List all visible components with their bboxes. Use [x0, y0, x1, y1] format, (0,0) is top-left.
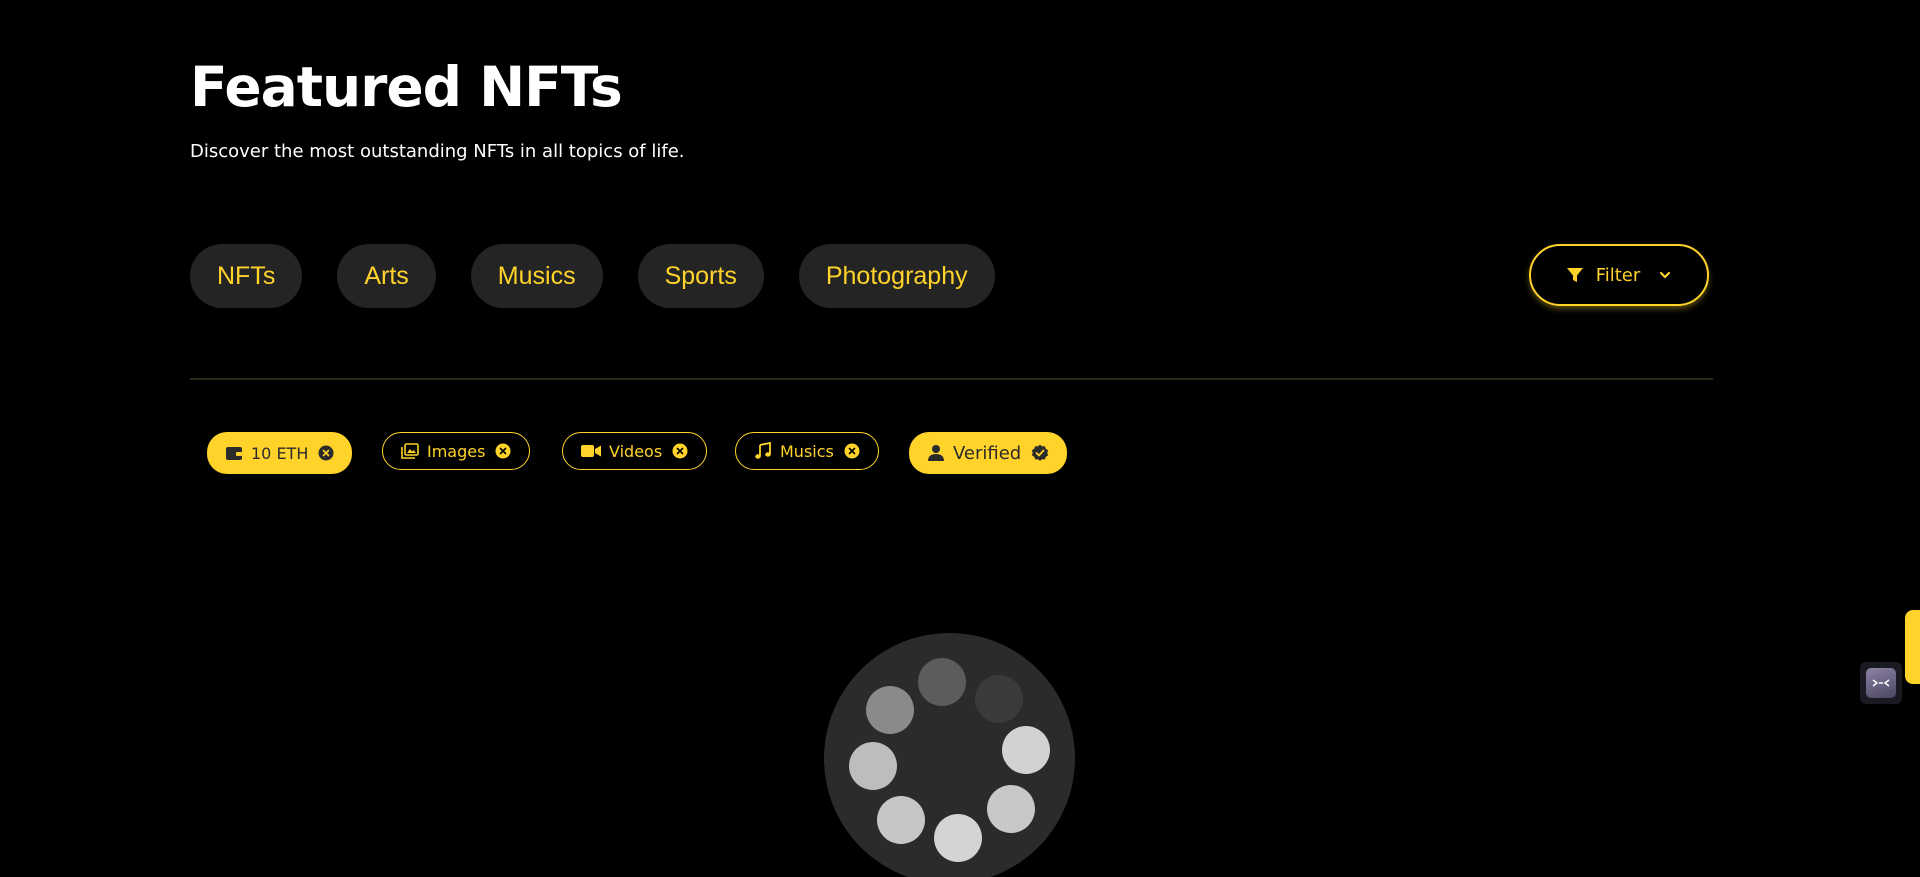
music-note-icon [754, 442, 772, 460]
page-subtitle: Discover the most outstanding NFTs in al… [190, 141, 685, 162]
close-circle-icon[interactable] [495, 443, 511, 459]
user-icon [927, 444, 945, 462]
loading-spinner-icon [824, 633, 1075, 877]
scrollbar-thumb[interactable] [1905, 610, 1920, 684]
filter-icon [1566, 266, 1584, 284]
filter-chip-videos[interactable]: Videos [562, 432, 708, 470]
filter-chip-label: 10 ETH [251, 443, 309, 463]
filter-label: Filter [1595, 264, 1641, 286]
wallet-icon [225, 445, 243, 461]
spinner-dot [849, 742, 897, 790]
filter-chip-label: Musics [780, 441, 834, 461]
tab-musics[interactable]: Musics [470, 244, 603, 308]
close-circle-icon[interactable] [844, 443, 860, 459]
filter-button[interactable]: Filter [1529, 244, 1709, 306]
tab-arts[interactable]: Arts [337, 244, 436, 308]
video-camera-icon [581, 444, 601, 458]
filter-chip-eth[interactable]: 10 ETH [207, 432, 353, 474]
close-circle-icon[interactable] [318, 445, 334, 461]
filter-chip-label: Verified [953, 442, 1022, 464]
spinner-dot [975, 675, 1023, 723]
terminal-icon [1866, 668, 1896, 698]
filter-chip-images[interactable]: Images [382, 432, 531, 470]
filter-chip-musics[interactable]: Musics [735, 432, 879, 470]
page-title: Featured NFTs [190, 55, 623, 119]
spinner-dot [934, 814, 982, 862]
verified-check-icon[interactable] [1031, 444, 1049, 462]
side-widget[interactable] [1860, 662, 1902, 704]
filter-chip-label: Images [427, 441, 486, 461]
spinner-dot [866, 686, 914, 734]
spinner-dot [877, 796, 925, 844]
tab-nfts[interactable]: NFTs [190, 244, 303, 308]
page-header: Featured NFTs Discover the most outstand… [190, 52, 685, 162]
category-tabs: NFTs Arts Musics Sports Photography [190, 244, 1030, 308]
tab-sports[interactable]: Sports [637, 244, 764, 308]
filter-chip-label: Videos [609, 441, 663, 461]
images-icon [401, 443, 419, 459]
spinner-dot [918, 658, 966, 706]
section-divider [190, 378, 1713, 380]
spinner-dot [987, 785, 1035, 833]
chevron-down-icon [1658, 268, 1672, 282]
filter-chip-verified[interactable]: Verified [909, 432, 1068, 474]
spinner-dot [1002, 726, 1050, 774]
close-circle-icon[interactable] [672, 443, 688, 459]
tab-photography[interactable]: Photography [798, 244, 995, 308]
